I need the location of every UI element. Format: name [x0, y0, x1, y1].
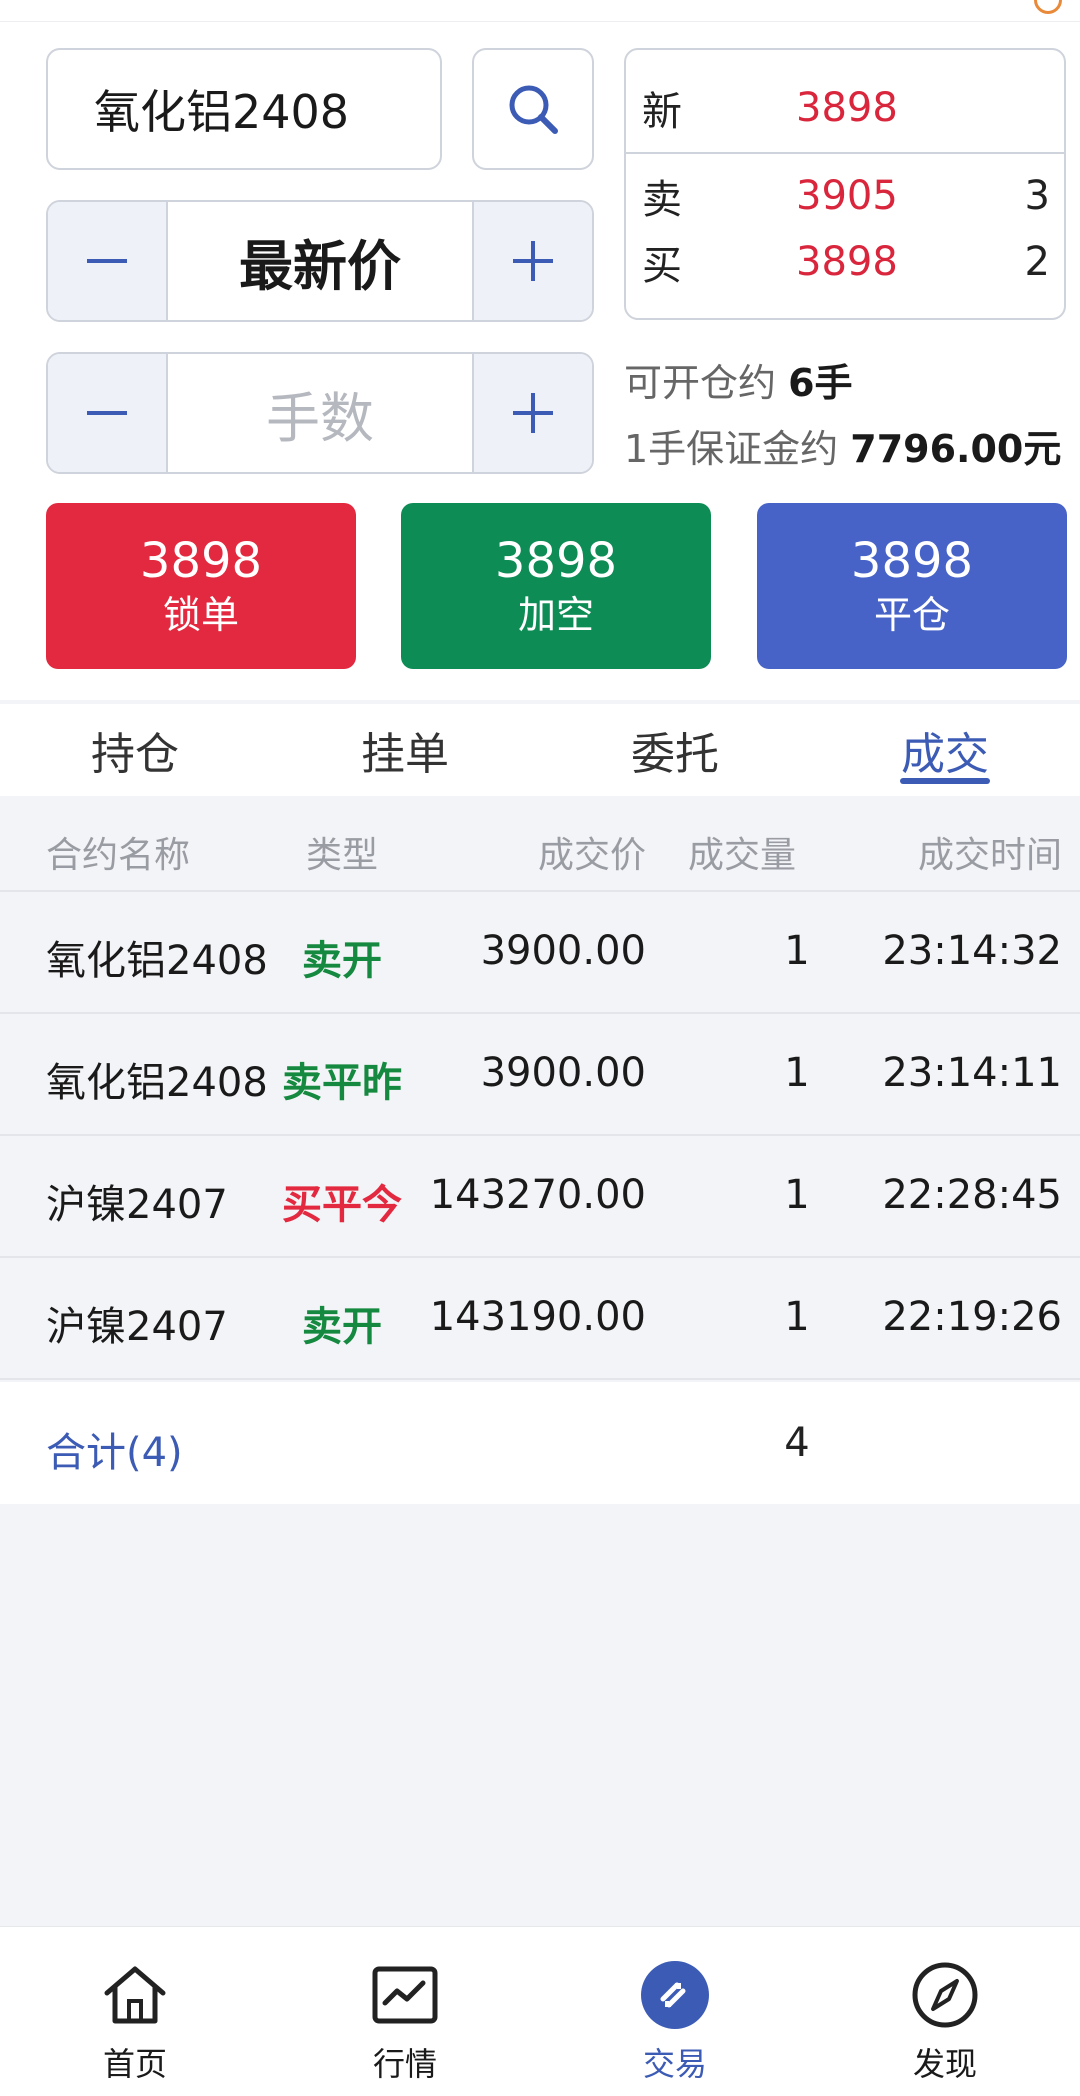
bottom-nav: 首页 行情 交易 发现: [0, 1926, 1080, 2096]
ask-row: 卖 3905 3: [626, 166, 1064, 226]
bid-label: 买: [642, 243, 682, 289]
symbol-input[interactable]: 氧化铝2408: [46, 48, 442, 170]
table-row[interactable]: 沪镍2407 卖开 143190.00 1 22:19:26: [0, 1258, 1080, 1380]
plus-icon: [513, 241, 553, 281]
symbol-text: 氧化铝2408: [94, 85, 350, 139]
last-price-value: 3898: [796, 85, 898, 131]
row-volume: 1: [784, 1172, 810, 1218]
margin-info: 1手保证金约 7796.00元: [624, 418, 1061, 473]
row-name: 氧化铝2408: [46, 938, 268, 984]
status-indicator-icon: [1034, 0, 1062, 14]
quantity-increase-button[interactable]: [472, 354, 592, 472]
lock-order-label: 锁单: [162, 593, 239, 637]
bid-volume: 2: [1024, 239, 1050, 285]
quote-panel: 新 3898 卖 3905 3 买 3898 2: [624, 48, 1066, 320]
last-price-row: 新 3898: [626, 78, 1064, 138]
nav-trade[interactable]: 交易: [540, 1927, 810, 2096]
last-price-label: 新: [642, 89, 682, 135]
row-type: 卖开: [302, 1304, 382, 1350]
header-volume: 成交量: [688, 835, 797, 876]
row-name: 沪镍2407: [46, 1304, 228, 1350]
nav-home-label: 首页: [102, 2045, 167, 2083]
margin-value: 7796.00元: [850, 427, 1062, 471]
add-short-button[interactable]: 3898 加空: [401, 503, 711, 669]
search-icon: [509, 85, 558, 134]
row-price: 3900.00: [480, 1050, 646, 1096]
open-capacity-value: 6手: [788, 361, 853, 405]
close-position-button[interactable]: 3898 平仓: [757, 503, 1067, 669]
ask-volume: 3: [1024, 173, 1050, 219]
header-name: 合约名称: [46, 835, 191, 876]
quantity-input[interactable]: 手数: [168, 354, 472, 472]
trade-tabs: 持仓 挂单 委托 成交: [0, 704, 1080, 796]
trade-icon: [637, 1957, 713, 2033]
add-short-label: 加空: [517, 593, 594, 637]
bid-row: 买 3898 2: [626, 232, 1064, 292]
compass-icon: [907, 1957, 983, 2033]
nav-market-label: 行情: [372, 2045, 437, 2083]
price-stepper: 最新价: [46, 200, 594, 322]
nav-home[interactable]: 首页: [0, 1927, 270, 2096]
plus-icon: [513, 393, 553, 433]
tab-fills[interactable]: 成交: [810, 704, 1080, 796]
row-name: 沪镍2407: [46, 1182, 228, 1228]
nav-trade-label: 交易: [642, 2045, 707, 2083]
bid-price: 3898: [796, 239, 898, 285]
row-price: 143190.00: [429, 1294, 646, 1340]
quantity-decrease-button[interactable]: [48, 354, 168, 472]
chart-icon: [367, 1957, 443, 2033]
tab-pending[interactable]: 挂单: [270, 704, 540, 796]
nav-market[interactable]: 行情: [270, 1927, 540, 2096]
header-type: 类型: [305, 835, 378, 876]
margin-label: 1手保证金约: [624, 427, 839, 471]
nav-discover[interactable]: 发现: [810, 1927, 1080, 2096]
status-bar-remnant: [0, 0, 1080, 22]
row-name: 氧化铝2408: [46, 1060, 268, 1106]
ask-label: 卖: [642, 177, 682, 223]
nav-discover-label: 发现: [912, 2045, 977, 2083]
table-row[interactable]: 氧化铝2408 卖开 3900.00 1 23:14:32: [0, 892, 1080, 1014]
summary-row: 合计(4) 4: [0, 1382, 1080, 1504]
summary-label: 合计(4): [46, 1430, 183, 1476]
row-volume: 1: [784, 1050, 810, 1096]
price-mode-selector[interactable]: 最新价: [168, 202, 472, 320]
row-price: 3900.00: [480, 928, 646, 974]
row-time: 23:14:32: [882, 928, 1062, 974]
home-icon: [97, 1957, 173, 2033]
table-row[interactable]: 沪镍2407 买平今 143270.00 1 22:28:45: [0, 1136, 1080, 1258]
search-button[interactable]: [472, 48, 594, 170]
add-short-price: 3898: [494, 533, 618, 589]
minus-icon: [87, 259, 127, 263]
close-position-label: 平仓: [873, 593, 950, 637]
lock-order-button[interactable]: 3898 锁单: [46, 503, 356, 669]
minus-icon: [87, 411, 127, 415]
tab-positions[interactable]: 持仓: [0, 704, 270, 796]
header-time: 成交时间: [917, 835, 1062, 876]
row-type: 卖平昨: [282, 1060, 402, 1106]
price-decrease-button[interactable]: [48, 202, 168, 320]
trades-table-header: 合约名称 类型 成交价 成交量 成交时间: [0, 800, 1080, 892]
row-time: 23:14:11: [882, 1050, 1062, 1096]
row-price: 143270.00: [429, 1172, 646, 1218]
open-capacity-info: 可开仓约 6手: [624, 352, 853, 407]
ask-price: 3905: [796, 173, 898, 219]
row-time: 22:19:26: [882, 1294, 1062, 1340]
quote-divider: [626, 152, 1064, 154]
row-volume: 1: [784, 928, 810, 974]
price-increase-button[interactable]: [472, 202, 592, 320]
close-position-price: 3898: [850, 533, 974, 589]
row-volume: 1: [784, 1294, 810, 1340]
row-type: 买平今: [282, 1182, 402, 1228]
tab-orders[interactable]: 委托: [540, 704, 810, 796]
table-row[interactable]: 氧化铝2408 卖平昨 3900.00 1 23:14:11: [0, 1014, 1080, 1136]
row-type: 卖开: [302, 938, 382, 984]
row-time: 22:28:45: [882, 1172, 1062, 1218]
quantity-stepper: 手数: [46, 352, 594, 474]
lock-order-price: 3898: [139, 533, 263, 589]
summary-volume: 4: [784, 1420, 810, 1466]
header-price: 成交价: [537, 835, 646, 876]
open-capacity-label: 可开仓约: [624, 361, 777, 405]
